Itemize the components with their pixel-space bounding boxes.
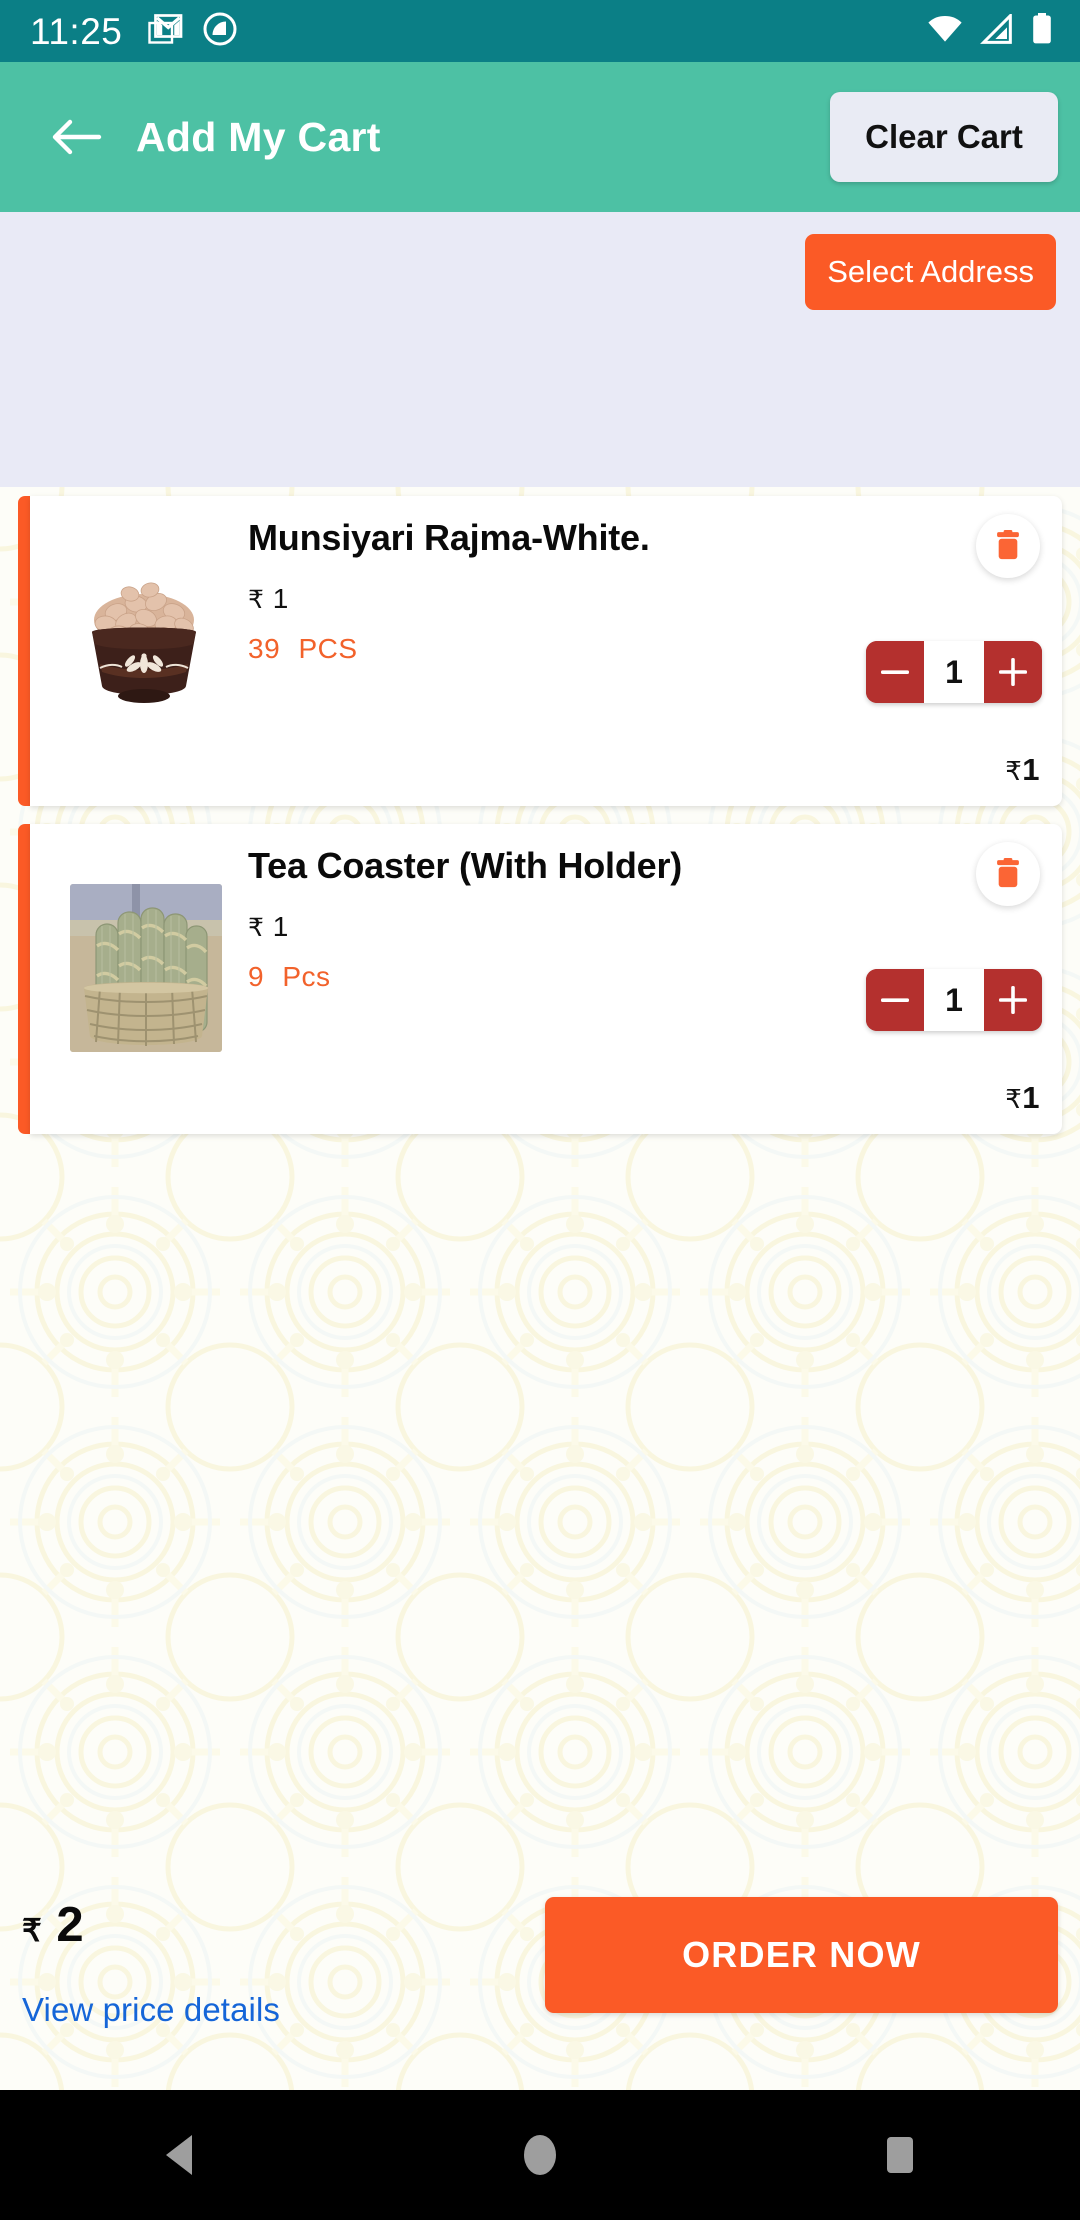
line-total-value: 1 [1022, 752, 1040, 787]
plus-icon [999, 658, 1027, 686]
product-name: Munsiyari Rajma-White. [248, 517, 650, 558]
price-value: 1 [272, 582, 289, 614]
cart-total-amount: ₹ 2 [22, 1897, 280, 1953]
currency-symbol: ₹ [1005, 756, 1023, 786]
app-circle-icon [202, 11, 238, 52]
status-bar: 11:25 [0, 0, 1080, 62]
cellular-signal-icon [980, 11, 1014, 49]
cart-item-card: Tea Coaster (With Holder) ₹ 1 9 Pcs 1 ₹1 [18, 824, 1062, 1134]
delete-item-button[interactable] [976, 842, 1040, 906]
nav-recents-square-icon [887, 2137, 913, 2173]
plus-icon [999, 986, 1027, 1014]
cart-total-block: ₹ 2 View price details [22, 1897, 280, 2029]
trash-icon [997, 530, 1019, 560]
address-section: Select Address [0, 212, 1080, 487]
pack-quantity: 39 [248, 632, 281, 664]
item-line-total: ₹1 [1005, 752, 1040, 788]
wifi-icon [926, 14, 964, 49]
quantity-stepper[interactable]: 1 [866, 969, 1042, 1031]
decrease-quantity-button[interactable] [866, 641, 924, 703]
price-value: 1 [272, 910, 289, 942]
total-value: 2 [56, 1898, 85, 1952]
cart-body: Munsiyari Rajma-White. ₹ 1 39 PCS 1 ₹1 T… [0, 487, 1080, 2090]
increase-quantity-button[interactable] [984, 641, 1042, 703]
delete-item-button[interactable] [976, 514, 1040, 578]
gmail-icon [148, 11, 184, 52]
nav-recents-button[interactable] [825, 2090, 975, 2220]
pack-quantity: 9 [248, 960, 265, 992]
line-total-value: 1 [1022, 1080, 1040, 1115]
cart-item-card: Munsiyari Rajma-White. ₹ 1 39 PCS 1 ₹1 [18, 496, 1062, 806]
back-button[interactable] [46, 106, 108, 168]
product-name: Tea Coaster (With Holder) [248, 845, 683, 886]
item-line-total: ₹1 [1005, 1080, 1040, 1116]
phone-screen: 11:25 Add My Cart Clear Cart Select Addr… [0, 0, 1080, 2220]
clear-cart-button[interactable]: Clear Cart [830, 92, 1058, 182]
app-bar: Add My Cart Clear Cart [0, 62, 1080, 212]
trash-icon [997, 858, 1019, 888]
decrease-quantity-button[interactable] [866, 969, 924, 1031]
cart-items-list: Munsiyari Rajma-White. ₹ 1 39 PCS 1 ₹1 T… [0, 487, 1080, 1152]
currency-symbol: ₹ [22, 1913, 43, 1948]
view-price-details-link[interactable]: View price details [22, 1991, 280, 2029]
status-bar-clock: 11:25 [30, 10, 123, 52]
nav-back-button[interactable] [105, 2090, 255, 2220]
product-pack-size: 9 Pcs [248, 961, 718, 993]
quantity-value[interactable]: 1 [924, 641, 984, 703]
currency-symbol: ₹ [248, 913, 265, 942]
checkout-bar: ₹ 2 View price details ORDER NOW [0, 1875, 1080, 2090]
product-image [70, 884, 222, 1052]
battery-icon [1030, 12, 1054, 50]
nav-home-circle-icon [524, 2135, 556, 2175]
pack-unit: Pcs [282, 960, 331, 992]
increase-quantity-button[interactable] [984, 969, 1042, 1031]
minus-icon [881, 670, 909, 674]
currency-symbol: ₹ [1005, 1084, 1023, 1114]
product-unit-price: ₹ 1 [248, 583, 718, 615]
minus-icon [881, 998, 909, 1002]
pack-unit: PCS [298, 632, 358, 664]
quantity-stepper[interactable]: 1 [866, 641, 1042, 703]
order-now-button[interactable]: ORDER NOW [545, 1897, 1058, 2013]
product-image [70, 568, 218, 716]
quantity-value[interactable]: 1 [924, 969, 984, 1031]
product-unit-price: ₹ 1 [248, 911, 718, 943]
select-address-button[interactable]: Select Address [805, 234, 1056, 310]
nav-back-triangle-icon [166, 2135, 192, 2175]
android-navigation-bar [0, 2090, 1080, 2220]
nav-home-button[interactable] [465, 2090, 615, 2220]
page-title: Add My Cart [136, 113, 381, 160]
product-pack-size: 39 PCS [248, 633, 718, 665]
currency-symbol: ₹ [248, 585, 265, 614]
